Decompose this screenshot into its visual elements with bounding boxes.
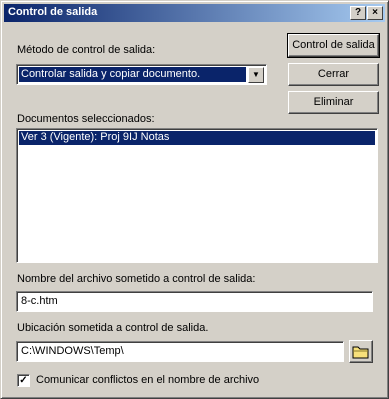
help-button[interactable]: ? [350,6,366,20]
documents-list[interactable]: Ver 3 (Vigente): Proj 9IJ Notas [16,128,378,263]
close-button[interactable]: Cerrar [288,63,379,86]
chevron-down-icon[interactable]: ▼ [248,67,264,83]
dialog-title: Control de salida [8,6,98,18]
list-item-label: Ver 3 (Vigente): Proj 9IJ Notas [21,131,170,143]
close-icon[interactable]: × [367,6,383,20]
folder-icon [352,346,369,359]
method-dropdown[interactable]: Controlar salida y copiar documento. ▼ [16,64,267,85]
location-value: C:\WINDOWS\Temp\ [21,345,124,357]
list-item[interactable]: Ver 3 (Vigente): Proj 9IJ Notas [19,131,375,145]
checkout-button[interactable]: Control de salida [287,33,380,58]
delete-button[interactable]: Eliminar [288,91,379,114]
conflicts-checkbox[interactable]: ✓ [17,374,30,387]
method-selected-value: Controlar salida y copiar documento. [19,67,246,82]
title-bar[interactable]: Control de salida ? × [4,4,385,22]
documents-label: Documentos seleccionados: [17,113,155,125]
browse-button[interactable] [349,340,373,363]
method-label: Método de control de salida: [17,44,156,56]
dialog-window: Control de salida ? × Método de control … [0,0,389,399]
method-selected-text: Controlar salida y copiar documento. [21,68,201,80]
location-field[interactable]: C:\WINDOWS\Temp\ [16,341,344,362]
conflicts-label[interactable]: Comunicar conflictos en el nombre de arc… [36,374,259,386]
filename-field[interactable]: 8-c.htm [16,291,373,312]
location-label: Ubicación sometida a control de salida. [17,322,209,334]
filename-label: Nombre del archivo sometido a control de… [17,273,256,285]
filename-value: 8-c.htm [21,295,58,307]
